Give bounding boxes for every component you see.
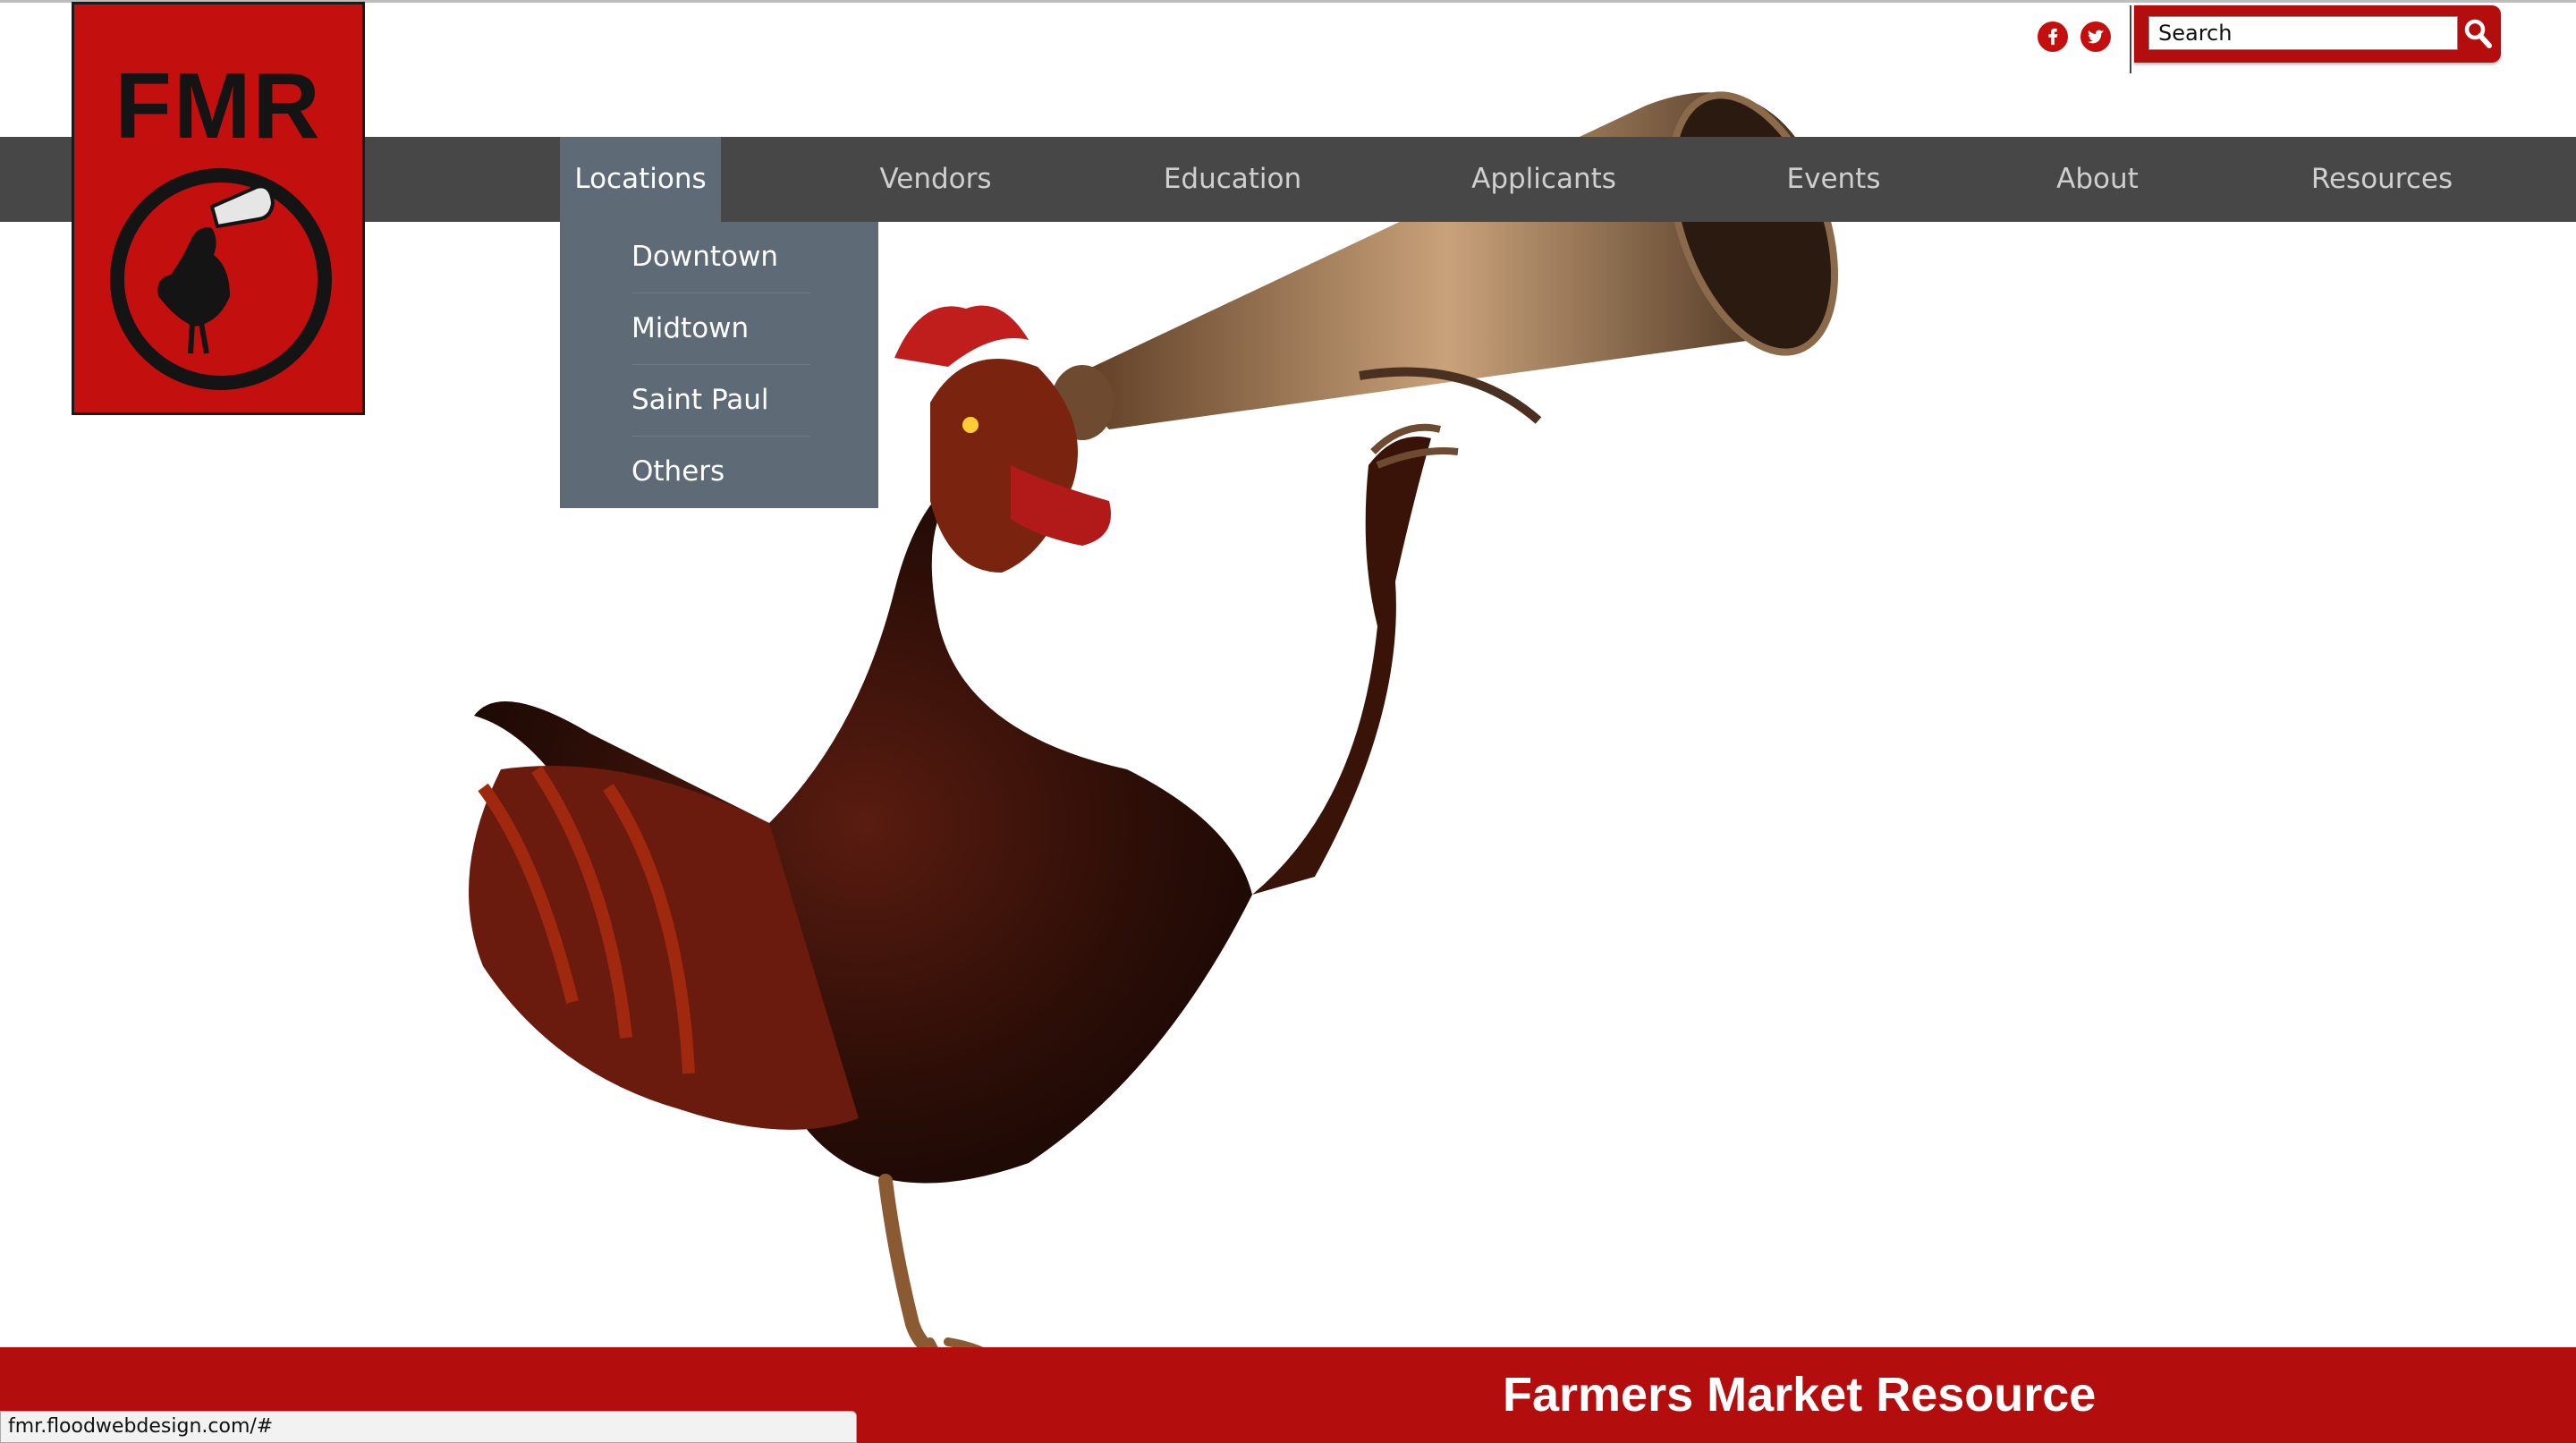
dropdown-item-others[interactable]: Others <box>631 437 810 507</box>
footer-title: Farmers Market Resource <box>1503 1368 2097 1422</box>
nav-events[interactable]: Events <box>1780 137 1887 222</box>
header-divider <box>2130 5 2131 73</box>
browser-status-url: fmr.floodwebdesign.com/# <box>0 1411 857 1443</box>
twitter-icon[interactable] <box>2080 21 2111 52</box>
nav-resources[interactable]: Resources <box>2306 137 2458 222</box>
top-border <box>0 0 2576 3</box>
nav-education[interactable]: Education <box>1154 137 1311 222</box>
logo-text: FMR <box>114 55 322 158</box>
dropdown-item-midtown[interactable]: Midtown <box>631 293 810 365</box>
nav-locations[interactable]: Locations <box>560 137 721 222</box>
fmr-logo[interactable]: FMR <box>72 2 365 415</box>
nav-vendors[interactable]: Vendors <box>864 137 1007 222</box>
search-box <box>2134 5 2501 63</box>
nav-applicants[interactable]: Applicants <box>1467 137 1621 222</box>
search-icon[interactable] <box>2460 13 2496 54</box>
search-input[interactable] <box>2148 16 2458 50</box>
locations-dropdown: Downtown Midtown Saint Paul Others <box>560 222 878 508</box>
social-links <box>2038 21 2111 52</box>
nav-about[interactable]: About <box>2048 137 2147 222</box>
rooster-emblem-icon <box>110 168 332 390</box>
dropdown-item-saint-paul[interactable]: Saint Paul <box>631 365 810 437</box>
facebook-icon[interactable] <box>2038 21 2068 52</box>
dropdown-item-downtown[interactable]: Downtown <box>631 222 810 293</box>
main-nav: Locations Vendors Education Applicants E… <box>0 137 2576 222</box>
